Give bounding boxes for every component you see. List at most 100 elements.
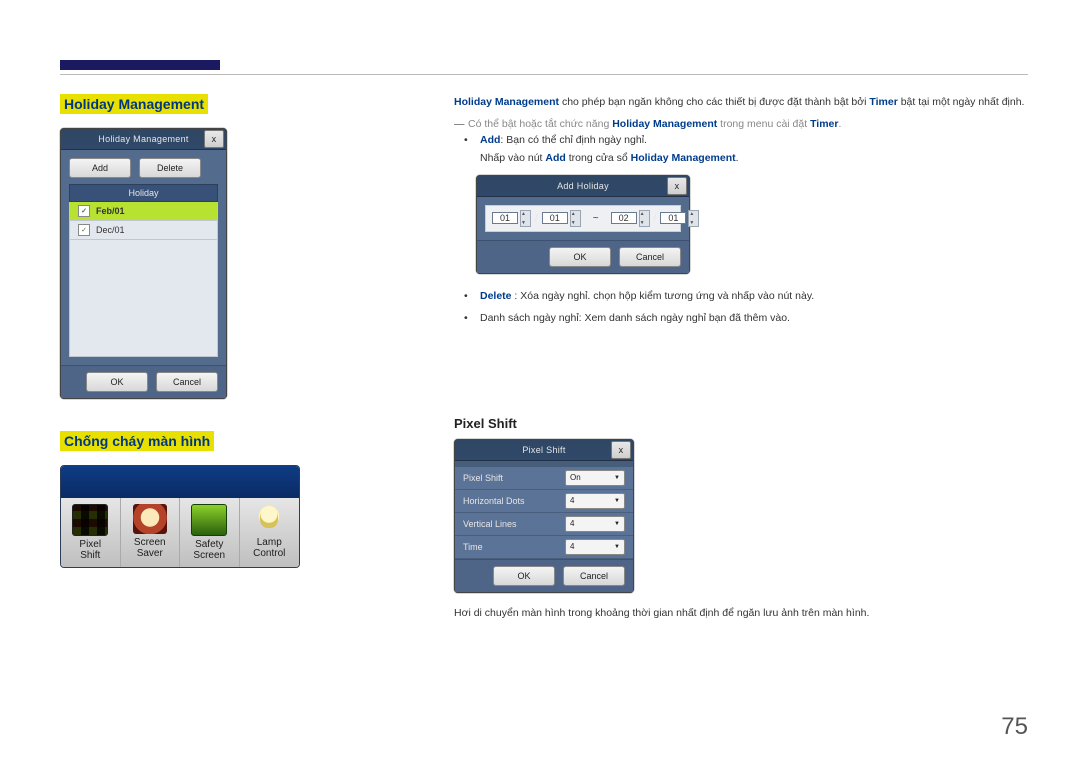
- dialog-body: Add Delete Holiday ✓ Feb/01 ✓ Dec/01: [61, 150, 226, 365]
- spinner-icon[interactable]: ▲▼: [688, 210, 699, 227]
- add-term: Add: [545, 152, 565, 164]
- add-sub-line: Nhấp vào nút Add trong cửa sổ Holiday Ma…: [480, 150, 1028, 166]
- value-dropdown[interactable]: 4▼: [565, 516, 625, 532]
- checkbox-icon[interactable]: ✓: [78, 224, 90, 236]
- checkbox-icon[interactable]: ✓: [78, 205, 90, 217]
- to-day[interactable]: 01 ▲▼: [660, 210, 699, 227]
- sub-mid: trong cửa sổ: [566, 152, 631, 164]
- pixel-shift-icon: [72, 504, 108, 536]
- delete-term: Delete: [480, 290, 512, 302]
- close-icon[interactable]: x: [611, 441, 631, 459]
- tile-label-line1: Pixel: [61, 539, 120, 550]
- ok-button[interactable]: OK: [549, 247, 611, 267]
- add-desc: : Bạn có thể chỉ định ngày nghỉ.: [500, 134, 647, 146]
- range-separator: ~: [585, 213, 607, 224]
- chevron-down-icon: ▼: [614, 544, 620, 550]
- ok-button[interactable]: OK: [493, 566, 555, 586]
- row-label: Pixel Shift: [463, 473, 503, 483]
- lamp-control-tile[interactable]: Lamp Control: [240, 498, 300, 567]
- day-value: 01: [542, 212, 568, 224]
- row-label: Vertical Lines: [463, 519, 517, 529]
- pixel-shift-description: Hơi di chuyển màn hình trong khoảng thời…: [454, 605, 1028, 621]
- value-dropdown[interactable]: On▼: [565, 470, 625, 486]
- dialog-title: Pixel Shift: [522, 445, 565, 455]
- cancel-button[interactable]: Cancel: [156, 372, 218, 392]
- manual-page: Holiday Management Holiday Management x …: [0, 0, 1080, 763]
- tile-label-line2: Screen: [180, 550, 239, 561]
- holiday-management-heading: Holiday Management: [60, 94, 208, 114]
- add-button[interactable]: Add: [69, 158, 131, 178]
- pixel-shift-dialog: Pixel Shift x Pixel Shift On▼ Horizontal…: [454, 439, 634, 593]
- tile-label-line1: Lamp: [240, 537, 300, 548]
- from-month[interactable]: 01 ▲▼: [492, 210, 531, 227]
- holiday-row[interactable]: ✓ Dec/01: [69, 221, 218, 240]
- spinner-icon[interactable]: ▲▼: [520, 210, 531, 227]
- spinner-icon[interactable]: ▲▼: [639, 210, 650, 227]
- close-icon[interactable]: x: [667, 177, 687, 195]
- holiday-column-header: Holiday: [69, 184, 218, 202]
- value-dropdown[interactable]: 4▼: [565, 493, 625, 509]
- delete-desc: : Xóa ngày nghỉ. chọn hộp kiểm tương ứng…: [512, 290, 815, 302]
- month-value: 02: [611, 212, 637, 224]
- dialog-footer: OK Cancel: [61, 365, 226, 398]
- bullet-icon: •: [464, 134, 480, 146]
- add-bullet: • Add: Bạn có thể chỉ định ngày nghỉ.: [464, 134, 1028, 146]
- holiday-empty-rows: [69, 240, 218, 357]
- from-day[interactable]: 01 ▲▼: [542, 210, 581, 227]
- timer-term: Timer: [810, 118, 838, 130]
- cancel-button[interactable]: Cancel: [563, 566, 625, 586]
- tile-label-line2: Control: [240, 548, 300, 559]
- ok-button[interactable]: OK: [86, 372, 148, 392]
- left-column: Holiday Management Holiday Management x …: [60, 94, 420, 629]
- timer-term: Timer: [869, 96, 897, 108]
- spinner-icon[interactable]: ▲▼: [570, 210, 581, 227]
- tile-label-line2: Shift: [61, 550, 120, 561]
- tile-label-line2: Saver: [121, 548, 180, 559]
- dialog-title: Holiday Management: [98, 134, 188, 144]
- pixel-shift-tile[interactable]: Pixel Shift: [61, 498, 121, 567]
- delete-button[interactable]: Delete: [139, 158, 201, 178]
- value-text: 4: [570, 519, 574, 528]
- safety-icon: [191, 504, 227, 536]
- header-rule: [60, 74, 1028, 75]
- screen-burn-heading: Chống cháy màn hình: [60, 431, 214, 451]
- cancel-button[interactable]: Cancel: [619, 247, 681, 267]
- page-number: 75: [1001, 713, 1028, 741]
- hm-term: Holiday Management: [454, 96, 559, 108]
- value-text: 4: [570, 496, 574, 505]
- bulb-icon: [252, 504, 286, 534]
- note-mid: trong menu cài đặt: [717, 118, 810, 130]
- two-column-layout: Holiday Management Holiday Management x …: [60, 94, 1028, 629]
- row-label: Horizontal Dots: [463, 496, 525, 506]
- row-label: Time: [463, 542, 483, 552]
- intro-text-2: bật tại một ngày nhất định.: [898, 96, 1025, 108]
- dialog-title-bar: Holiday Management x: [61, 129, 226, 150]
- dialog-footer: OK Cancel: [455, 559, 633, 592]
- note-line: ― Có thể bật hoặc tắt chức năng Holiday …: [454, 118, 1028, 130]
- slash: /: [535, 213, 538, 224]
- safety-screen-tile[interactable]: Safety Screen: [180, 498, 240, 567]
- pixel-shift-heading: Pixel Shift: [454, 416, 1028, 431]
- note-end: .: [838, 118, 841, 130]
- holiday-row-selected[interactable]: ✓ Feb/01: [69, 202, 218, 221]
- tile-label-line1: Safety: [180, 539, 239, 550]
- delete-bullet: • Delete : Xóa ngày nghỉ. chọn hộp kiểm …: [464, 290, 1028, 302]
- delete-bullet-text: Delete : Xóa ngày nghỉ. chọn hộp kiểm tư…: [480, 290, 814, 302]
- day-value: 01: [660, 212, 686, 224]
- right-column: Holiday Management cho phép bạn ngăn khô…: [454, 94, 1028, 629]
- sub-end: .: [736, 152, 739, 164]
- add-term: Add: [480, 134, 500, 146]
- note-text: Có thể bật hoặc tắt chức năng Holiday Ma…: [468, 118, 841, 130]
- toolbar-top-strip: [61, 466, 299, 498]
- close-icon[interactable]: x: [204, 130, 224, 148]
- value-text: 4: [570, 542, 574, 551]
- holiday-date: Dec/01: [96, 225, 125, 235]
- add-bullet-text: Add: Bạn có thể chỉ định ngày nghỉ.: [480, 134, 647, 146]
- screen-saver-tile[interactable]: Screen Saver: [121, 498, 181, 567]
- dialog-body: Pixel Shift On▼ Horizontal Dots 4▼ Verti…: [455, 461, 633, 559]
- to-month[interactable]: 02 ▲▼: [611, 210, 650, 227]
- value-text: On: [570, 473, 581, 482]
- value-dropdown[interactable]: 4▼: [565, 539, 625, 555]
- slash: /: [654, 213, 657, 224]
- chevron-down-icon: ▼: [614, 521, 620, 527]
